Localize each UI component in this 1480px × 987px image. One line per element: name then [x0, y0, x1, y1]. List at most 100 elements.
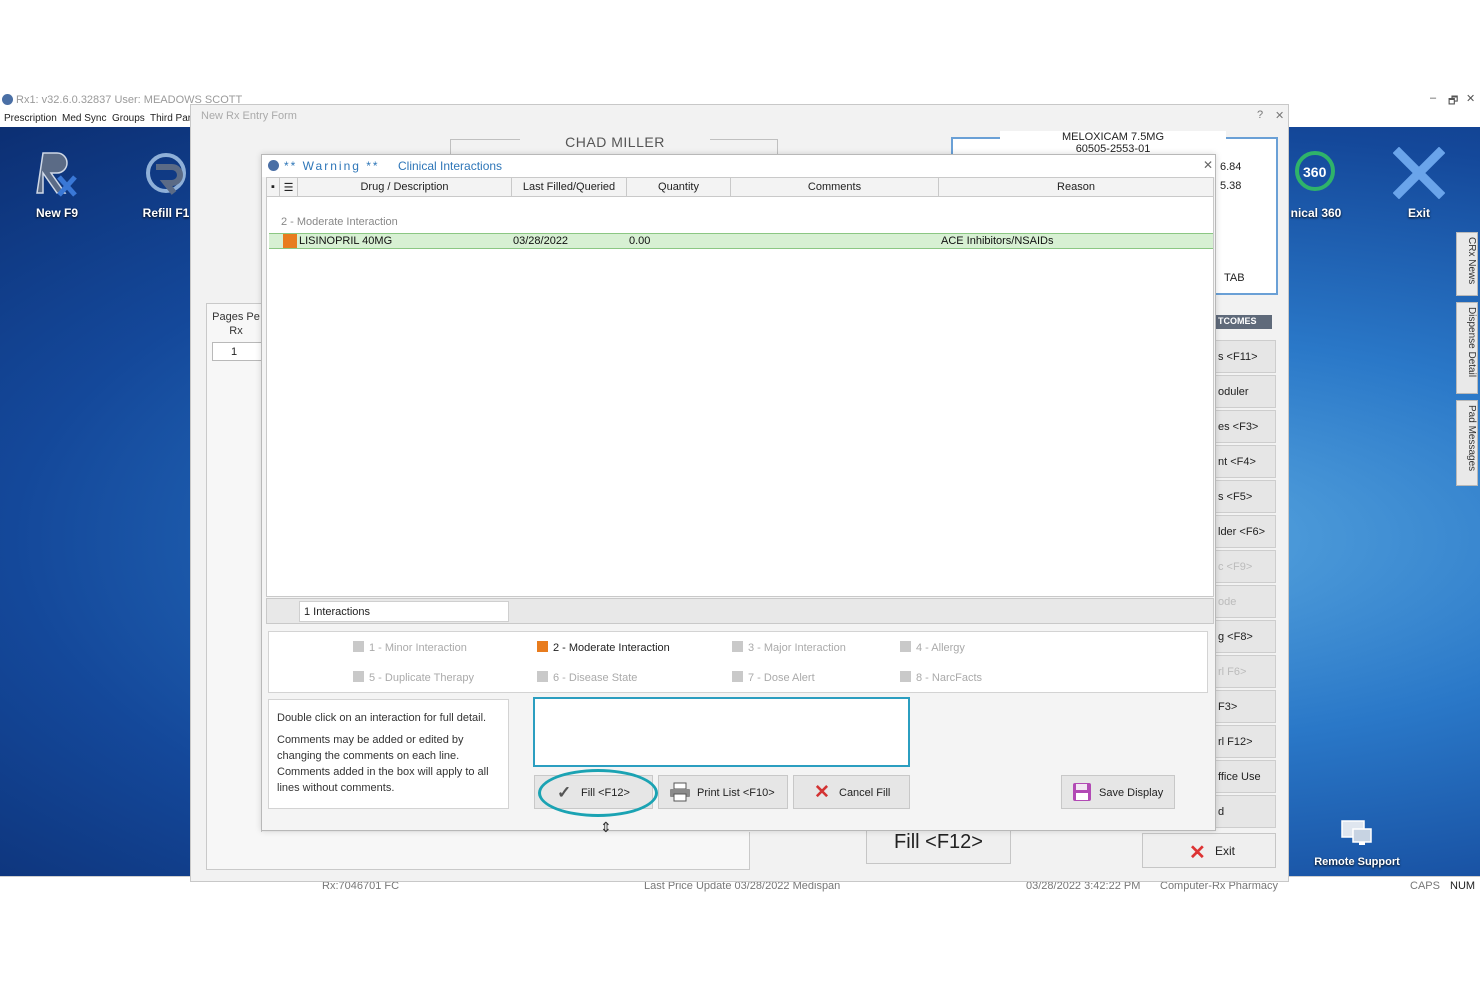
menu-groups[interactable]: Groups: [112, 113, 145, 124]
tab-crx-news[interactable]: CRx News: [1456, 232, 1478, 296]
legend-moderate: 2 - Moderate Interaction: [537, 641, 670, 654]
refill-button[interactable]: Refill F1: [138, 147, 194, 220]
legend-swatch: [732, 641, 743, 652]
refill-label: Refill F1: [142, 206, 190, 220]
minimize-icon[interactable]: –: [1430, 92, 1436, 104]
menu-third-party[interactable]: Third Part: [150, 113, 194, 124]
close-icon[interactable]: ✕: [1466, 92, 1475, 105]
print-list-label: Print List <F10>: [697, 787, 775, 799]
clinical-360-label: nical 360: [1290, 206, 1342, 220]
drug-header: MELOXICAM 7.5MG 60505-2553-01: [1000, 131, 1226, 155]
legend-major: 3 - Major Interaction: [732, 641, 846, 654]
help-icon[interactable]: ?: [1257, 109, 1263, 121]
mouse-cursor-icon: ⇕: [600, 819, 612, 835]
col-comments[interactable]: Comments: [731, 178, 939, 197]
menu-med-sync[interactable]: Med Sync: [62, 113, 106, 124]
legend-disease-state: 6 - Disease State: [537, 671, 637, 684]
rx-side-button[interactable]: lder <F6>: [1212, 515, 1276, 548]
status-num: NUM: [1450, 880, 1476, 892]
col-reason[interactable]: Reason: [939, 178, 1213, 197]
save-display-button[interactable]: Save Display: [1061, 775, 1175, 809]
interaction-count-bar: 1 Interactions: [266, 598, 1214, 624]
app-icon: [2, 94, 13, 105]
monitor-icon: [1341, 820, 1372, 845]
rx-side-button[interactable]: d: [1212, 795, 1276, 828]
drug-name: MELOXICAM 7.5MG: [1061, 131, 1165, 143]
legend-allergy: 4 - Allergy: [900, 641, 965, 654]
help-text-panel: Double click on an interaction for full …: [268, 699, 509, 809]
rx-side-button[interactable]: oduler: [1212, 375, 1276, 408]
cancel-fill-label: Cancel Fill: [839, 787, 891, 799]
rx-side-button[interactable]: g <F8>: [1212, 620, 1276, 653]
row-selector-header: ▪: [267, 178, 280, 197]
comment-textarea[interactable]: [535, 699, 908, 765]
rx-fill-button[interactable]: Fill <F12>: [866, 826, 1011, 864]
dialog-title-bar: ** Warning ** Clinical Interactions ✕: [262, 155, 1215, 177]
legend-dose-alert: 7 - Dose Alert: [732, 671, 815, 684]
cancel-fill-button[interactable]: ✕ Cancel Fill: [793, 775, 910, 809]
rx-side-button[interactable]: es <F3>: [1212, 410, 1276, 443]
floppy-disk-icon: [1072, 782, 1092, 807]
outcomes-badge: TCOMES: [1216, 315, 1272, 329]
dialog-close-icon[interactable]: ✕: [1203, 158, 1213, 172]
drug-form: TAB: [1224, 272, 1245, 284]
grid-header: ▪ ☰ Drug / Description Last Filled/Queri…: [267, 178, 1213, 197]
drug-price-2: 5.38: [1220, 180, 1242, 192]
col-drug-description[interactable]: Drug / Description: [298, 178, 512, 197]
rx-side-button[interactable]: ffice Use: [1212, 760, 1276, 793]
tab-pad-messages[interactable]: Pad Messages: [1456, 400, 1478, 486]
save-display-label: Save Display: [1099, 787, 1164, 799]
print-list-button[interactable]: Print List <F10>: [658, 775, 788, 809]
tab-dispense-detail[interactable]: Dispense Detail: [1456, 302, 1478, 394]
rx-side-button[interactable]: rl F12>: [1212, 725, 1276, 758]
rx-side-button[interactable]: s <F11>: [1212, 340, 1276, 373]
remote-support-button[interactable]: Remote Support: [1304, 817, 1410, 868]
rx-side-button[interactable]: s <F5>: [1212, 480, 1276, 513]
rx-form-title: New Rx Entry Form: [201, 110, 297, 122]
new-rx-label: New F9: [35, 206, 78, 220]
group-label: 2 - Moderate Interaction: [281, 216, 398, 228]
legend-duplicate-therapy: 5 - Duplicate Therapy: [353, 671, 474, 684]
rx-side-buttons: s <F11> oduler es <F3> nt <F4> s <F5> lder <F…: [1212, 305, 1276, 833]
exit-app-label: Exit: [1407, 206, 1430, 220]
column-chooser-icon[interactable]: ☰: [280, 178, 298, 197]
legend-minor: 1 - Minor Interaction: [353, 641, 467, 654]
pages-panel: [206, 303, 262, 870]
interaction-count: 1 Interactions: [299, 601, 509, 622]
clinical-interactions-title: Clinical Interactions: [398, 159, 503, 173]
table-row[interactable]: LISINOPRIL 40MG 03/28/2022 0.00 ACE Inhi…: [269, 233, 1213, 249]
severity-indicator: [283, 234, 297, 248]
cancel-x-icon: ✕: [814, 782, 830, 803]
warning-title: ** Warning **: [284, 159, 380, 173]
cell-reason: ACE Inhibitors/NSAIDs: [941, 235, 1054, 247]
rx-side-button[interactable]: c <F9>: [1212, 550, 1276, 583]
severity-legend: 1 - Minor Interaction 2 - Moderate Inter…: [268, 631, 1208, 693]
rx-side-button[interactable]: F3>: [1212, 690, 1276, 723]
rx-exit-label: Exit: [1215, 844, 1236, 858]
legend-swatch: [353, 671, 364, 682]
restore-icon[interactable]: 🗗: [1448, 92, 1458, 111]
new-rx-button[interactable]: New F9: [28, 147, 86, 220]
printer-icon: [669, 782, 691, 807]
legend-swatch: [900, 641, 911, 652]
rx-logo-icon: [36, 152, 77, 197]
comment-field[interactable]: [533, 697, 910, 767]
col-quantity[interactable]: Quantity: [627, 178, 731, 197]
rx-side-button[interactable]: rl F6>: [1212, 655, 1276, 688]
drug-price-1: 6.84: [1220, 161, 1242, 173]
exit-x-icon: [1392, 146, 1446, 200]
clinical-360-button[interactable]: 360 nical 360: [1290, 147, 1342, 220]
menu-prescription[interactable]: Prescription: [4, 113, 57, 124]
right-side-tabs: CRx News Dispense Detail Pad Messages: [1454, 230, 1480, 490]
rx-exit-button[interactable]: ✕ Exit: [1142, 833, 1276, 868]
col-last-filled[interactable]: Last Filled/Queried: [512, 178, 627, 197]
rx-side-button[interactable]: nt <F4>: [1212, 445, 1276, 478]
rx-bottom-panel: [206, 832, 750, 870]
rx-form-close-icon[interactable]: ✕: [1275, 109, 1284, 122]
interactions-grid: ▪ ☰ Drug / Description Last Filled/Queri…: [266, 177, 1214, 597]
pages-per-rx-input[interactable]: 1: [212, 342, 262, 361]
remote-support-label: Remote Support: [1314, 856, 1400, 868]
rx-side-button[interactable]: ode: [1212, 585, 1276, 618]
focus-ring-highlight: [538, 769, 658, 817]
exit-app-button[interactable]: Exit: [1390, 146, 1448, 220]
